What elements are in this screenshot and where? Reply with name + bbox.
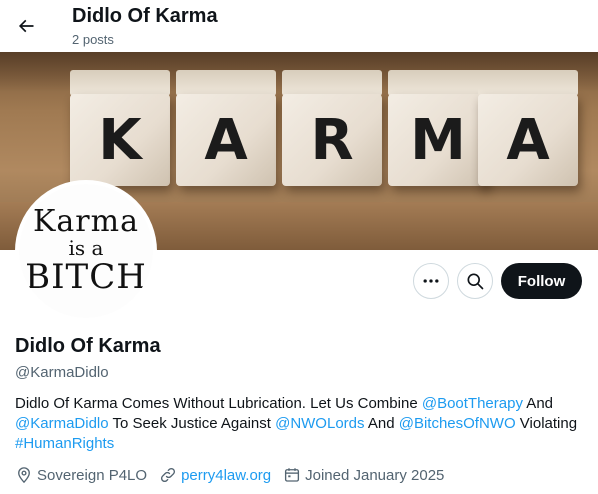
profile-header: Didlo Of Karma 2 posts — [0, 0, 598, 52]
bio-text: Violating — [515, 415, 578, 432]
bio-text: To Seek Justice Against — [108, 415, 276, 432]
calendar-icon — [285, 468, 300, 482]
block-letter: A — [176, 94, 276, 186]
avatar-text-line: BITCH — [25, 257, 147, 297]
joined-item: Joined January 2025 — [283, 466, 444, 484]
block-top — [478, 70, 578, 96]
mention-link[interactable]: @NWOLords — [275, 415, 364, 432]
location-item: Sovereign P4LO — [15, 466, 147, 484]
block-top — [70, 70, 170, 96]
mention-link[interactable]: @BitchesOfNWO — [399, 415, 516, 432]
profile-bio: Didlo Of Karma Comes Without Lubrication… — [15, 394, 583, 454]
block-top — [388, 70, 488, 96]
bio-text: Didlo Of Karma Comes Without Lubrication… — [15, 395, 422, 412]
block-top — [176, 70, 276, 96]
avatar-text-line: Karma — [33, 204, 139, 239]
karma-blocks: K A R M A — [58, 62, 578, 222]
block-letter: A — [478, 94, 578, 186]
profile-meta: Sovereign P4LO perry4law.org Joined Janu… — [15, 465, 456, 485]
back-arrow-icon — [18, 19, 34, 33]
more-button[interactable] — [413, 263, 449, 299]
block-top — [282, 70, 382, 96]
back-button[interactable] — [10, 10, 42, 42]
block-letter: R — [282, 94, 382, 186]
profile-name: Didlo Of Karma — [15, 335, 161, 357]
search-icon — [467, 273, 484, 290]
block-letter: K — [70, 94, 170, 186]
post-count: 2 posts — [72, 32, 114, 47]
mention-link[interactable]: @KarmaDidlo — [15, 415, 109, 432]
avatar-image: Karma is a BITCH — [19, 184, 153, 318]
avatar[interactable]: Karma is a BITCH — [15, 180, 157, 322]
location-text: Sovereign P4LO — [37, 466, 148, 484]
link-icon — [161, 467, 176, 483]
block-letter: M — [388, 94, 488, 186]
website-item[interactable]: perry4law.org — [159, 466, 271, 484]
profile-handle: @KarmaDidlo — [15, 364, 109, 381]
website-link[interactable]: perry4law.org — [181, 467, 271, 484]
location-icon — [18, 467, 30, 484]
header-title: Didlo Of Karma — [72, 5, 218, 27]
joined-text: Joined January 2025 — [305, 466, 445, 484]
avatar-text-line: is a — [68, 236, 104, 260]
hashtag-link[interactable]: #HumanRights — [15, 435, 114, 452]
more-icon — [423, 279, 439, 283]
bio-text: And — [364, 415, 399, 432]
search-button[interactable] — [457, 263, 493, 299]
bio-text: And — [522, 395, 553, 412]
follow-button[interactable]: Follow — [501, 263, 582, 299]
mention-link[interactable]: @BootTherapy — [422, 395, 523, 412]
